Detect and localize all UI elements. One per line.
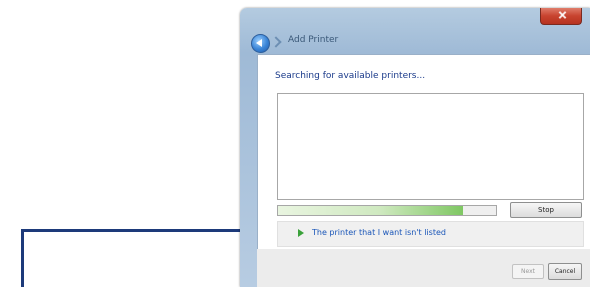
searching-heading: Searching for available printers...: [275, 71, 426, 81]
printer-not-listed-link[interactable]: The printer that I want isn't listed: [312, 228, 446, 237]
printer-list[interactable]: [277, 93, 584, 200]
dialog-footer: Next Cancel: [257, 249, 590, 287]
window-title: Add Printer: [288, 35, 339, 45]
green-arrow-icon: [298, 229, 304, 237]
cancel-button[interactable]: Cancel: [548, 263, 582, 280]
search-progress-bar: [277, 205, 497, 216]
back-arrow-icon[interactable]: [251, 34, 270, 53]
dialog-content: Searching for available printers... Stop…: [257, 54, 590, 250]
callout-line-vertical: [21, 229, 24, 287]
close-icon[interactable]: [540, 8, 582, 25]
callout-line-horizontal: [21, 229, 257, 232]
printer-not-listed-row[interactable]: The printer that I want isn't listed: [277, 221, 584, 247]
add-printer-window: Add Printer Searching for available prin…: [240, 8, 590, 287]
stop-button[interactable]: Stop: [510, 202, 582, 218]
progress-fill: [278, 206, 464, 215]
next-button[interactable]: Next: [512, 264, 544, 279]
forward-arrow-icon[interactable]: [270, 36, 282, 48]
